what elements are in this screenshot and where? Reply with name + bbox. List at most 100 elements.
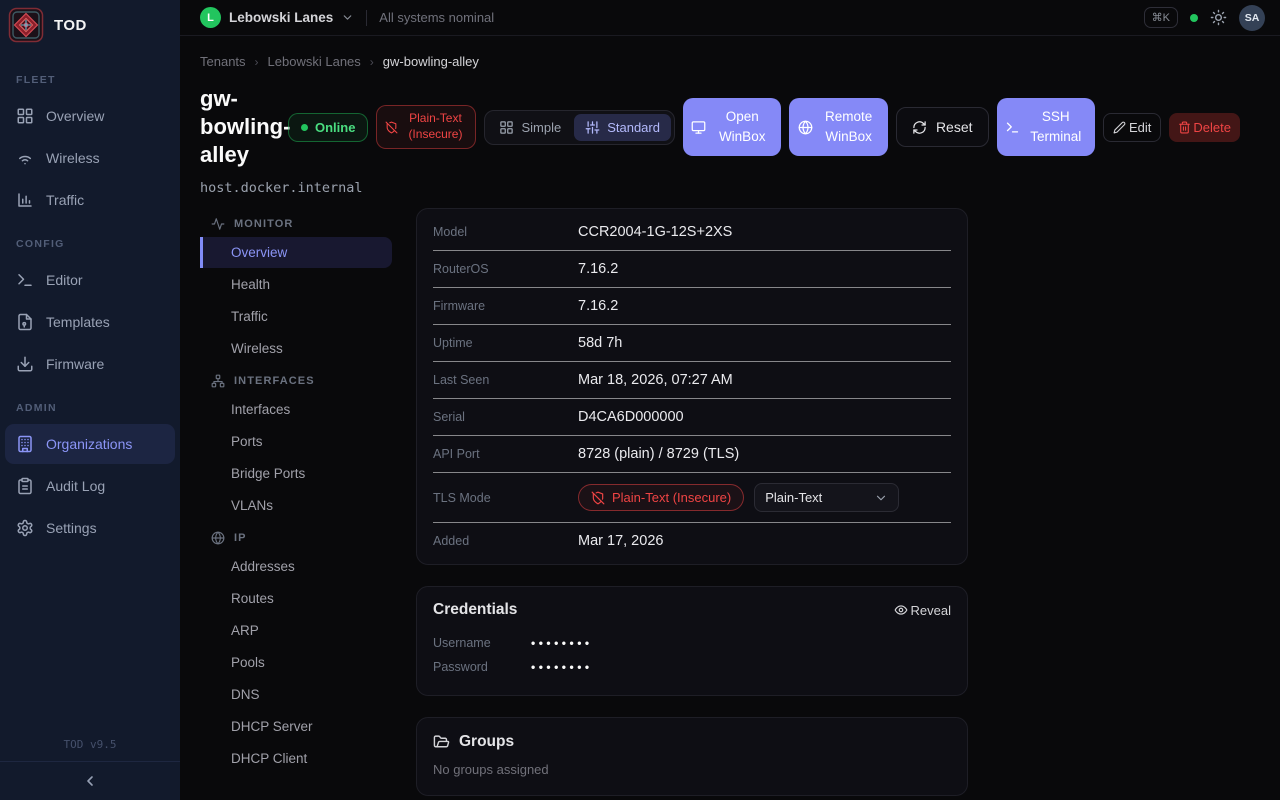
ssh-terminal-button[interactable]: SSH Terminal bbox=[997, 98, 1095, 156]
sidebar-item-traffic[interactable]: Traffic bbox=[5, 180, 175, 220]
subnav-item-overview[interactable]: Overview bbox=[200, 237, 392, 268]
subnav-item-vlans[interactable]: VLANs bbox=[200, 490, 392, 521]
sidebar-footer: TOD v9.5 bbox=[0, 729, 180, 800]
toggle-simple-label: Simple bbox=[521, 120, 561, 135]
reset-button[interactable]: Reset bbox=[896, 107, 989, 147]
delete-button[interactable]: Delete bbox=[1169, 113, 1240, 142]
sidebar-item-firmware[interactable]: Firmware bbox=[5, 344, 175, 384]
sidebar-item-overview[interactable]: Overview bbox=[5, 96, 175, 136]
subnav-group-monitor: MONITOR bbox=[200, 208, 392, 236]
subnav-item-dns[interactable]: DNS bbox=[200, 679, 392, 710]
subnav-item-pools[interactable]: Pools bbox=[200, 647, 392, 678]
detail-row-api-port: API Port 8728 (plain) / 8729 (TLS) bbox=[433, 436, 951, 473]
sidebar-item-settings[interactable]: Settings bbox=[5, 508, 175, 548]
subnav-group-label: MONITOR bbox=[234, 218, 293, 230]
subnav-item-bridge-ports[interactable]: Bridge Ports bbox=[200, 458, 392, 489]
detail-label: Model bbox=[433, 225, 578, 239]
insecure-warning-badge: Plain-Text (Insecure) bbox=[376, 105, 476, 148]
page-title: gw-bowling-alley bbox=[200, 85, 280, 169]
detail-value: D4CA6D000000 bbox=[578, 409, 684, 425]
toggle-simple-button[interactable]: Simple bbox=[488, 114, 572, 141]
detail-value: 7.16.2 bbox=[578, 261, 618, 277]
chevron-down-icon bbox=[874, 491, 888, 505]
subnav-item-ports[interactable]: Ports bbox=[200, 426, 392, 457]
toggle-standard-button[interactable]: Standard bbox=[574, 114, 671, 141]
detail-label: Uptime bbox=[433, 336, 578, 350]
online-badge-label: Online bbox=[315, 120, 355, 135]
remote-winbox-button[interactable]: Remote WinBox bbox=[789, 98, 887, 156]
subnav-group-label: INTERFACES bbox=[234, 375, 315, 387]
tls-mode-select[interactable]: Plain-Text bbox=[754, 483, 899, 512]
view-mode-toggle: Simple Standard bbox=[484, 110, 675, 145]
sidebar-item-editor[interactable]: Editor bbox=[5, 260, 175, 300]
sidebar-item-label: Audit Log bbox=[46, 478, 105, 494]
device-subnav: MONITOR Overview Health Traffic Wireless… bbox=[200, 208, 392, 775]
breadcrumb-tenants[interactable]: Tenants bbox=[200, 54, 246, 69]
sidebar-item-templates[interactable]: Templates bbox=[5, 302, 175, 342]
detail-value: Mar 17, 2026 bbox=[578, 533, 663, 549]
detail-value: Mar 18, 2026, 07:27 AM bbox=[578, 372, 733, 388]
sidebar-item-wireless[interactable]: Wireless bbox=[5, 138, 175, 178]
network-icon bbox=[211, 374, 225, 388]
tls-select-value: Plain-Text bbox=[765, 490, 822, 505]
username-masked-value: •••••••• bbox=[531, 636, 593, 650]
tenant-avatar: L bbox=[200, 7, 221, 28]
app-logo[interactable]: TOD bbox=[0, 0, 180, 50]
detail-value: CCR2004-1G-12S+2XS bbox=[578, 224, 732, 240]
shield-off-icon bbox=[385, 121, 398, 134]
detail-row-added: Added Mar 17, 2026 bbox=[433, 523, 951, 559]
gear-icon bbox=[16, 519, 34, 537]
system-status-text: All systems nominal bbox=[379, 10, 494, 25]
trash-icon bbox=[1178, 121, 1191, 134]
subnav-item-arp[interactable]: ARP bbox=[200, 615, 392, 646]
subnav-item-addresses[interactable]: Addresses bbox=[200, 551, 392, 582]
edit-label: Edit bbox=[1129, 120, 1151, 135]
file-icon bbox=[16, 313, 34, 331]
subnav-group-label: IP bbox=[234, 532, 247, 544]
bar-chart-icon bbox=[16, 191, 34, 209]
globe-icon bbox=[211, 531, 225, 545]
sidebar-item-organizations[interactable]: Organizations bbox=[5, 424, 175, 464]
user-avatar[interactable]: SA bbox=[1239, 5, 1265, 31]
detail-label: RouterOS bbox=[433, 262, 578, 276]
open-winbox-label: Open WinBox bbox=[711, 107, 773, 148]
sidebar-item-label: Wireless bbox=[46, 150, 100, 166]
monitor-icon bbox=[691, 120, 706, 135]
subnav-item-interfaces[interactable]: Interfaces bbox=[200, 394, 392, 425]
command-palette-shortcut[interactable]: ⌘K bbox=[1144, 7, 1178, 28]
credential-row-password: Password •••••••• bbox=[433, 655, 951, 679]
theme-toggle-sun-icon[interactable] bbox=[1210, 9, 1227, 26]
reveal-button[interactable]: Reveal bbox=[894, 603, 951, 618]
app-root: TOD FLEET Overview Wireless Traffic CONF… bbox=[0, 0, 1280, 800]
folder-icon bbox=[433, 734, 450, 751]
sidebar: TOD FLEET Overview Wireless Traffic CONF… bbox=[0, 0, 180, 800]
detail-row-tls-mode: TLS Mode Plain-Text (Insecure) Plain-Tex… bbox=[433, 473, 951, 523]
detail-row-last-seen: Last Seen Mar 18, 2026, 07:27 AM bbox=[433, 362, 951, 399]
sidebar-item-audit-log[interactable]: Audit Log bbox=[5, 466, 175, 506]
sidebar-collapse-button[interactable] bbox=[0, 761, 180, 800]
credentials-card: Credentials Reveal Username •••••••• Pas… bbox=[416, 586, 968, 696]
sliders-icon bbox=[585, 120, 600, 135]
subnav-item-routes[interactable]: Routes bbox=[200, 583, 392, 614]
subnav-item-wireless[interactable]: Wireless bbox=[200, 333, 392, 364]
grid-icon bbox=[499, 120, 514, 135]
subnav-item-health[interactable]: Health bbox=[200, 269, 392, 300]
detail-row-uptime: Uptime 58d 7h bbox=[433, 325, 951, 362]
sidebar-item-label: Templates bbox=[46, 314, 110, 330]
groups-empty-text: No groups assigned bbox=[433, 762, 951, 777]
subnav-item-traffic[interactable]: Traffic bbox=[200, 301, 392, 332]
body-grid: MONITOR Overview Health Traffic Wireless… bbox=[200, 208, 1240, 796]
topbar-right: ⌘K SA bbox=[1144, 5, 1265, 31]
detail-row-serial: Serial D4CA6D000000 bbox=[433, 399, 951, 436]
open-winbox-button[interactable]: Open WinBox bbox=[683, 98, 781, 156]
tenant-switcher[interactable]: L Lebowski Lanes bbox=[200, 7, 354, 28]
wifi-icon bbox=[16, 149, 34, 167]
breadcrumb-separator: › bbox=[370, 55, 374, 69]
subnav-item-dhcp-server[interactable]: DHCP Server bbox=[200, 711, 392, 742]
edit-button[interactable]: Edit bbox=[1103, 113, 1161, 142]
breadcrumb-tenant[interactable]: Lebowski Lanes bbox=[268, 54, 361, 69]
subnav-item-dhcp-client[interactable]: DHCP Client bbox=[200, 743, 392, 774]
detail-row-model: Model CCR2004-1G-12S+2XS bbox=[433, 214, 951, 251]
detail-value: 7.16.2 bbox=[578, 298, 618, 314]
subnav-group-interfaces: INTERFACES bbox=[200, 365, 392, 393]
